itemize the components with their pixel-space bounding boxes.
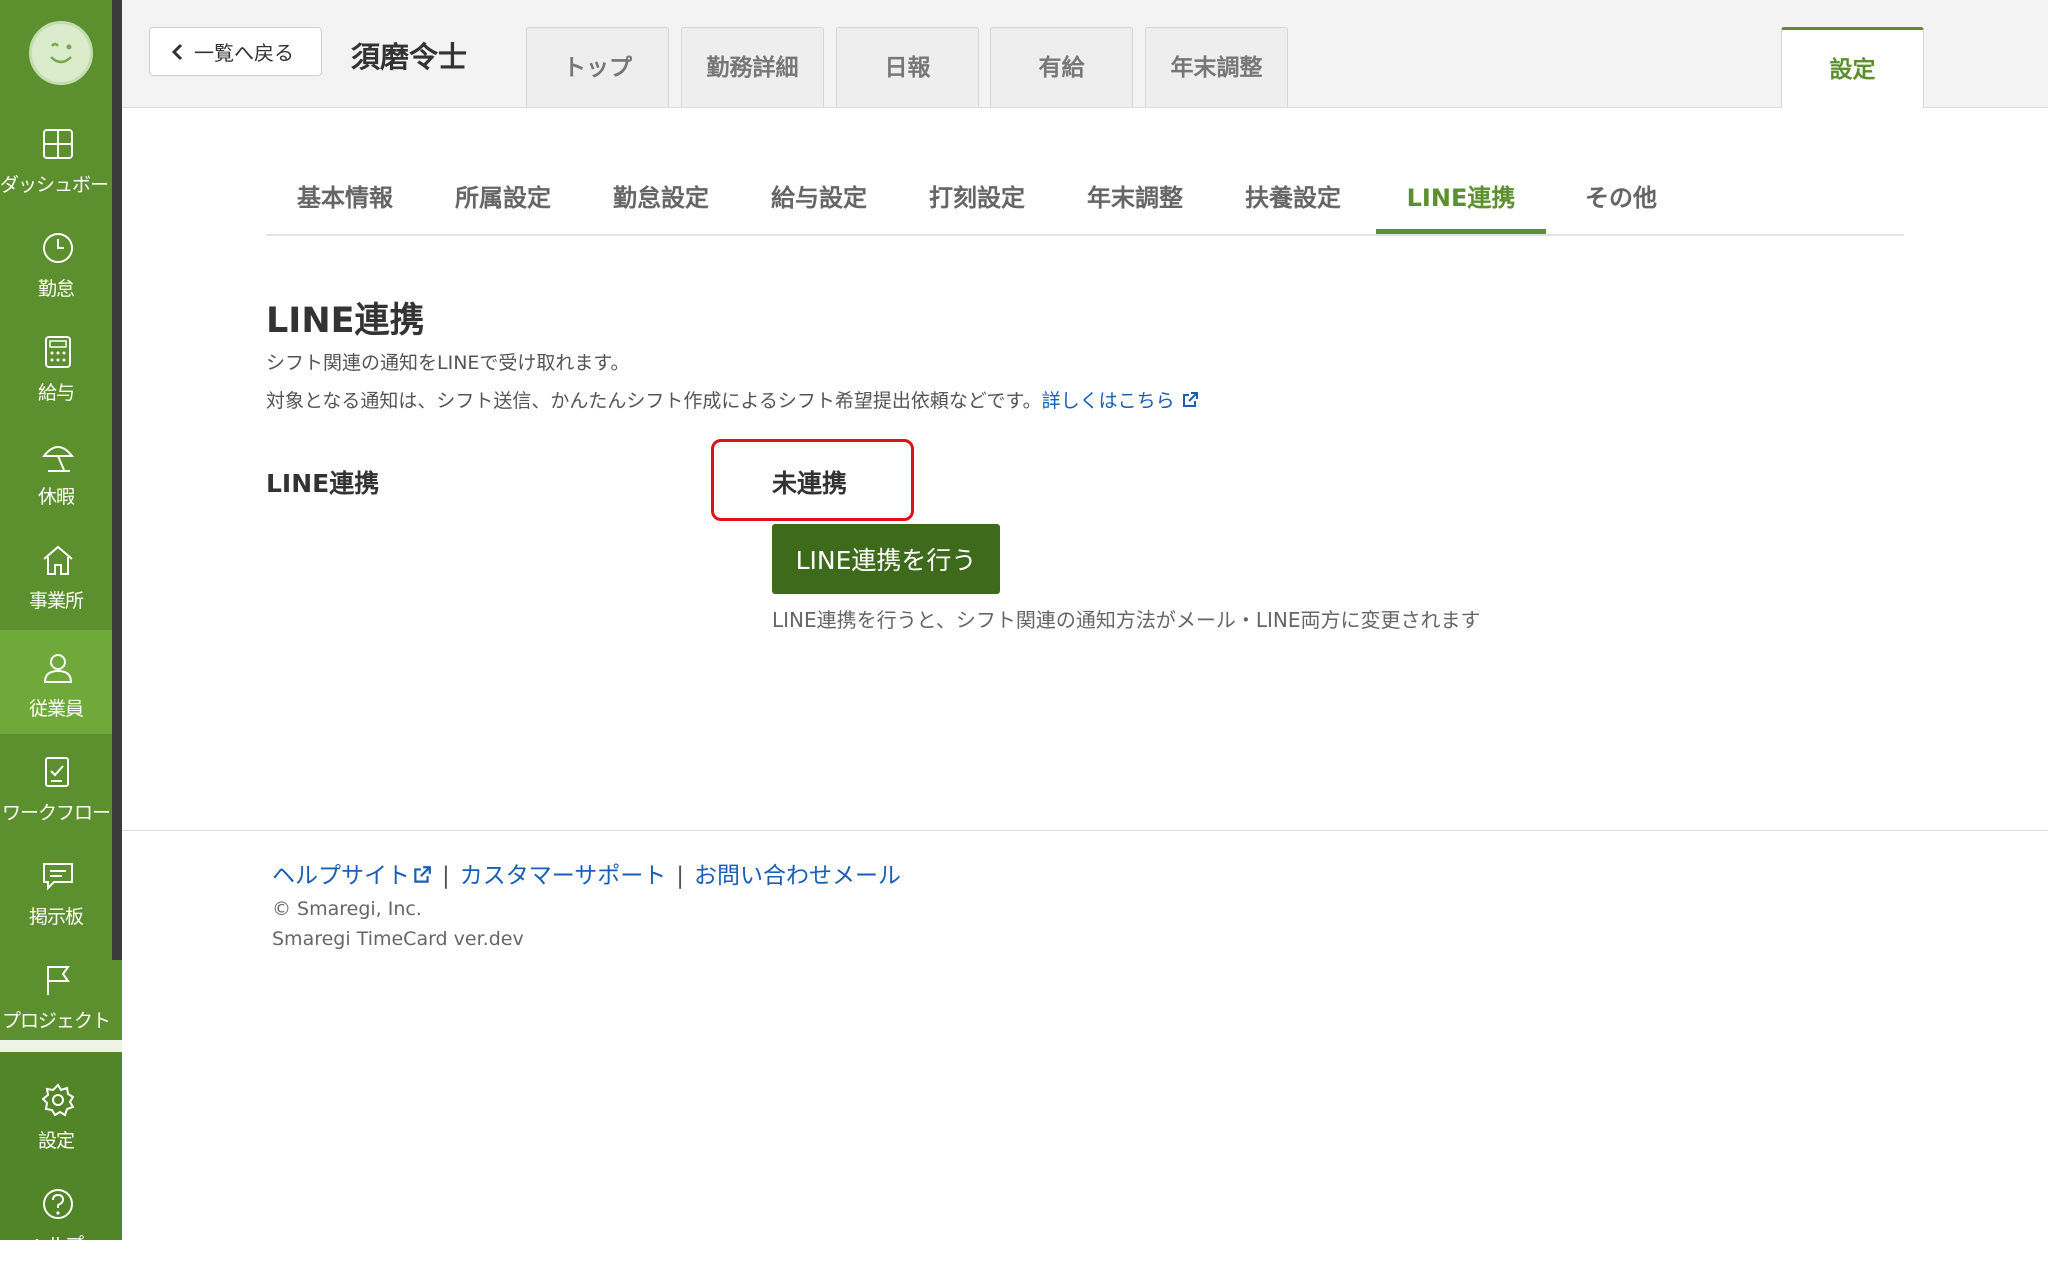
version-text: Smaregi TimeCard ver.dev [272,928,524,950]
tab-work-details[interactable]: 勤務詳細 [681,27,824,107]
person-icon [43,654,73,683]
chevron-left-icon [171,43,183,60]
gear-icon [41,1083,75,1117]
sidebar-item-label: 給与 [37,382,75,404]
sidebar-item-project[interactable]: プロジェクト [0,942,112,1046]
settings-subtabs: 基本情報 所属設定 勤怠設定 給与設定 打刻設定 年末調整 扶養設定 LINE連… [266,172,1904,236]
tab-year-end-adjustment[interactable]: 年末調整 [1145,27,1288,107]
help-site-link[interactable]: ヘルプサイト [272,863,432,889]
back-to-list-button[interactable]: 一覧へ戻る [149,27,322,76]
sidebar-bottom: 設定 ヘルプ [0,1052,122,1256]
button-note: LINE連携を行うと、シフト関連の通知方法がメール・LINE両方に変更されます [772,608,1481,632]
description-line-1: シフト関連の通知をLINEで受け取れます。 [266,352,630,374]
sidebar-item-payroll[interactable]: 給与 [0,314,112,418]
sidebar-item-settings[interactable]: 設定 [0,1062,112,1166]
help-icon [43,1189,73,1219]
sidebar-item-label: 勤怠 [37,278,75,300]
sidebar-item-label: 設定 [37,1130,75,1152]
external-link-icon [1182,392,1198,407]
details-link-label: 詳しくはこちら [1041,390,1175,412]
sidebar-item-label: ダッシュボード [0,174,127,196]
subtab-other[interactable]: その他 [1546,172,1696,234]
line-integration-label: LINE連携 [266,469,380,498]
sidebar-item-workflow[interactable]: ワークフロー [0,734,112,838]
copyright: © Smaregi, Inc. [272,898,422,920]
separator: | [676,863,685,889]
help-site-label: ヘルプサイト [272,863,410,889]
sidebar-item-label: ワークフロー [1,802,111,824]
smile-logo-icon[interactable] [29,21,93,85]
sidebar-item-label: 休暇 [37,486,75,508]
subtab-payroll[interactable]: 給与設定 [740,172,898,234]
description-line-2: 対象となる通知は、シフト送信、かんたんシフト作成によるシフト希望提出依頼などです… [266,386,1199,413]
clock-icon [43,233,73,263]
sidebar-item-label: ヘルプ [28,1234,84,1256]
back-button-label: 一覧へ戻る [194,41,294,65]
page-title: LINE連携 [266,301,425,341]
beach-umbrella-icon [41,446,75,472]
subtab-dependents[interactable]: 扶養設定 [1214,172,1372,234]
message-icon [43,863,73,891]
tab-paid-leave[interactable]: 有給 [990,27,1133,107]
sidebar-item-label: 掲示板 [28,906,84,928]
flag-icon [47,966,70,995]
sidebar-item-leave[interactable]: 休暇 [0,418,112,522]
sidebar-item-employees[interactable]: 従業員 [0,630,112,734]
tab-settings[interactable]: 設定 [1781,27,1924,108]
calculator-icon [45,336,71,368]
tab-top[interactable]: トップ [526,27,669,107]
footer-links: ヘルプサイト | カスタマーサポート | お問い合わせメール [272,856,901,890]
dashboard-icon [43,129,73,159]
sidebar-item-label: 従業員 [28,698,84,720]
description-text: 対象となる通知は、シフト送信、かんたんシフト作成によるシフト希望提出依頼などです… [266,390,1042,412]
subtab-timestamp[interactable]: 打刻設定 [898,172,1056,234]
sidebar-divider [0,1040,122,1052]
connect-line-button[interactable]: LINE連携を行う [772,524,1000,594]
subtab-year-end[interactable]: 年末調整 [1056,172,1214,234]
employee-name: 須磨令士 [351,40,468,74]
subtab-attendance[interactable]: 勤怠設定 [582,172,740,234]
sidebar-item-office[interactable]: 事業所 [0,522,112,626]
sidebar-item-bulletin[interactable]: 掲示板 [0,838,112,942]
details-link[interactable]: 詳しくはこちら [1042,390,1199,412]
tab-daily-report[interactable]: 日報 [836,27,979,107]
sidebar-item-dashboard[interactable]: ダッシュボード [0,106,127,210]
external-link-icon [414,866,431,883]
contact-mail-link[interactable]: お問い合わせメール [694,863,901,889]
subtab-affiliation[interactable]: 所属設定 [424,172,582,234]
footer-divider [122,830,2048,831]
sidebar: ダッシュボード 勤怠 給与 休暇 事業所 従業員 ワークフロー 掲示板 プロジェ… [0,0,127,1256]
sidebar-item-help[interactable]: ヘルプ [0,1166,112,1270]
sidebar-item-attendance[interactable]: 勤怠 [0,210,112,314]
customer-support-link[interactable]: カスタマーサポート [460,863,667,889]
sidebar-item-label: 事業所 [28,590,84,612]
home-icon [43,545,73,575]
separator: | [442,863,450,889]
subtab-basic-info[interactable]: 基本情報 [266,172,424,234]
line-status-text: 未連携 [772,469,848,498]
subtab-line-integration[interactable]: LINE連携 [1376,172,1546,234]
sidebar-scrollbar[interactable] [112,0,122,960]
sidebar-item-label: プロジェクト [1,1010,111,1032]
checklist-icon [45,757,69,787]
